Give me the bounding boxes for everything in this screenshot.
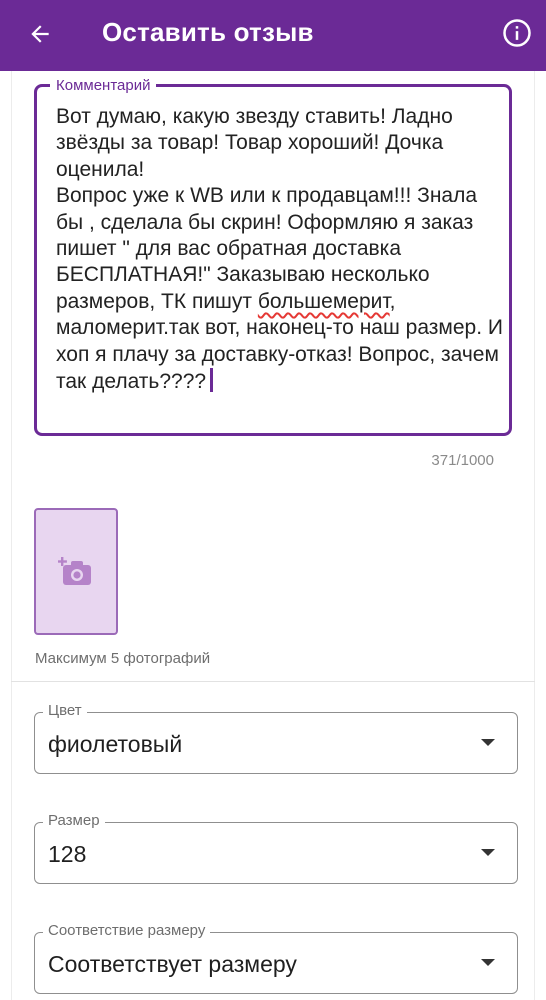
arrow-left-icon — [31, 25, 49, 43]
size-select-value: 128 — [48, 841, 87, 867]
fit-select-value: Соответствует размеру — [48, 951, 297, 977]
info-circle-icon — [503, 19, 531, 47]
add-photo-button[interactable] — [34, 508, 118, 635]
text-caret — [210, 368, 214, 393]
comment-text: Вот думаю, какую звезду ставить! Ладно з… — [56, 104, 506, 395]
fit-select-label: Соответствие размеру — [43, 922, 211, 939]
size-select-label: Размер — [43, 812, 105, 829]
size-select[interactable]: Размер 128 — [34, 812, 518, 884]
color-select-label: Цвет — [43, 702, 87, 719]
character-counter: 371/1000 — [431, 452, 494, 469]
photo-limit-hint: Максимум 5 фотографий — [35, 650, 211, 667]
info-button[interactable] — [497, 13, 537, 53]
color-select[interactable]: Цвет фиолетовый — [34, 702, 518, 774]
misspelled-word[interactable]: большемерит — [258, 290, 390, 313]
back-button[interactable] — [20, 14, 60, 54]
content-border-left — [11, 71, 12, 1000]
comment-text-part-1: Вот думаю, какую звезду ставить! Ладно з… — [56, 105, 478, 313]
dropdown-arrow-icon — [481, 959, 495, 966]
divider — [11, 681, 535, 682]
dropdown-arrow-icon — [481, 849, 495, 856]
comment-label: Комментарий — [50, 77, 157, 94]
fit-select[interactable]: Соответствие размеру Соответствует разме… — [34, 922, 518, 994]
page-title: Оставить отзыв — [102, 17, 314, 47]
color-select-value: фиолетовый — [48, 731, 183, 757]
app-bar: Оставить отзыв — [0, 0, 546, 71]
content-border-right — [534, 71, 535, 1000]
add-photo-camera-icon — [58, 556, 91, 585]
dropdown-arrow-icon — [481, 739, 495, 746]
